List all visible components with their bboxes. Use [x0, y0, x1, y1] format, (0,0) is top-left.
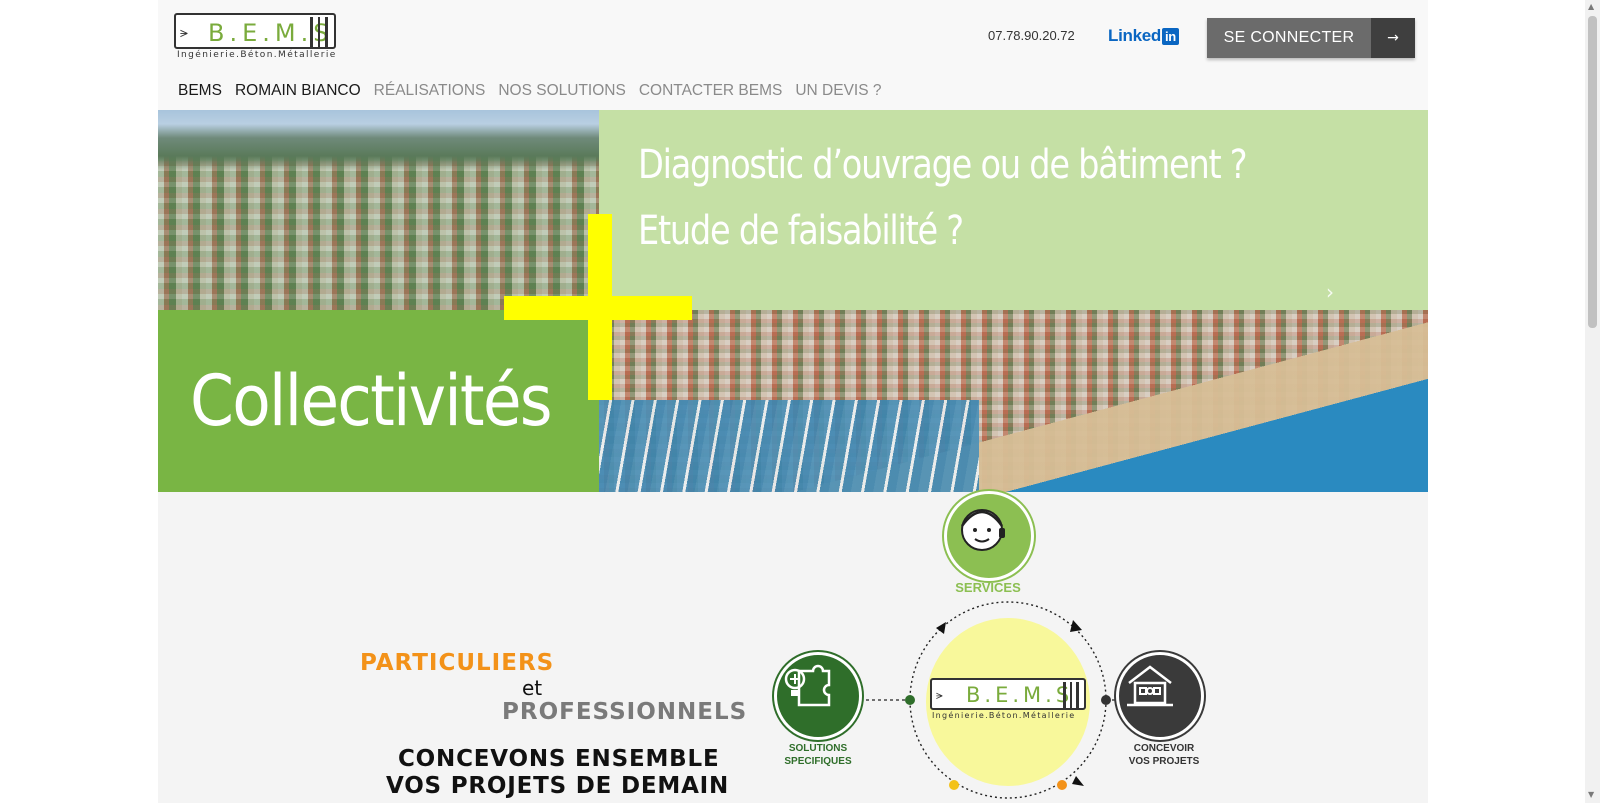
center-logo: ⪫ B.E.M.S Ingénierie.Béton.Métallerie — [930, 678, 1086, 724]
ibeam-icon — [310, 17, 328, 47]
nav-item-un-devis[interactable]: UN DEVIS ? — [795, 82, 881, 100]
scrollbar-thumb[interactable] — [1588, 16, 1597, 328]
chevron-right-icon[interactable]: › — [1326, 280, 1334, 304]
plus-cross-icon-bar — [504, 296, 692, 320]
services-diagram: SERVICES SOLUTIONS SPECIFIQUES CONCEVOIR… — [758, 490, 1238, 803]
tag-et: et — [522, 676, 543, 700]
nav-item-bems[interactable]: BEMS — [178, 82, 222, 100]
support-agent-icon — [960, 509, 1005, 551]
house-blueprint-icon — [1127, 665, 1173, 707]
nav-item-romain-bianco[interactable]: ROMAIN BIANCO — [235, 82, 361, 100]
page-scrollbar[interactable]: ▲ ▼ — [1585, 0, 1600, 803]
linkedin-link[interactable]: Linked in — [1108, 26, 1179, 46]
solutions-label-line2: SPECIFIQUES — [784, 756, 852, 767]
hero-city-photo — [158, 110, 599, 310]
linkedin-wordmark: Linked — [1108, 26, 1161, 45]
claim-line-2: VOS PROJETS DE DEMAIN — [386, 773, 730, 799]
linkedin-icon: in — [1162, 27, 1179, 45]
login-button[interactable]: SE CONNECTER → — [1207, 18, 1415, 58]
center-logo-chevron-icon: ⪫ — [936, 688, 943, 702]
solutions-label-line1: SOLUTIONS — [788, 743, 848, 754]
center-logo-text: B.E.M.S — [966, 683, 1074, 707]
tag-professionnels: PROFESSIONNELS — [502, 699, 748, 725]
center-logo-subtitle: Ingénierie.Béton.Métallerie — [932, 711, 1076, 720]
center-ibeam-icon — [1063, 682, 1079, 708]
projets-label: CONCEVOIR VOS PROJETS — [1114, 742, 1214, 768]
center-logo-frame: ⪫ B.E.M.S — [930, 678, 1086, 710]
logo-frame: ⪫ B.E.M.S — [174, 13, 336, 49]
page: ⪫ B.E.M.S Ingénierie.Béton.Métallerie 07… — [158, 0, 1428, 803]
projets-label-line1: CONCEVOIR — [1133, 743, 1195, 754]
logo-chevron-icon: ⪫ — [180, 25, 188, 41]
services-label: SERVICES — [955, 580, 1021, 595]
puzzle-bulb-icon — [784, 664, 831, 707]
nav-item-nos-solutions[interactable]: NOS SOLUTIONS — [498, 82, 625, 100]
arrow-right-icon: → — [1371, 18, 1415, 58]
scroll-up-icon[interactable]: ▲ — [1588, 2, 1594, 11]
main-nav: BEMS ROMAIN BIANCO RÉALISATIONS NOS SOLU… — [178, 82, 882, 100]
nav-item-realisations[interactable]: RÉALISATIONS — [374, 82, 486, 100]
site-logo[interactable]: ⪫ B.E.M.S Ingénierie.Béton.Métallerie — [174, 13, 336, 63]
projets-label-line2: VOS PROJETS — [1128, 756, 1200, 767]
scroll-down-icon[interactable]: ▼ — [1588, 790, 1594, 799]
projets-badge[interactable] — [1116, 652, 1204, 740]
site-header: ⪫ B.E.M.S Ingénierie.Béton.Métallerie 07… — [158, 0, 1428, 110]
hero-headline-1: Diagnostic d’ouvrage ou de bâtiment ? — [638, 142, 1248, 188]
claim-line-1: CONCEVONS ENSEMBLE — [398, 746, 720, 772]
hero-headline-2: Etude de faisabilité ? — [638, 208, 964, 254]
hero-marina — [599, 400, 979, 492]
login-button-label: SE CONNECTER — [1223, 29, 1355, 46]
nav-item-contacter-bems[interactable]: CONTACTER BEMS — [639, 82, 783, 100]
hero-slider[interactable]: Diagnostic d’ouvrage ou de bâtiment ? Et… — [158, 110, 1428, 492]
tag-particuliers: PARTICULIERS — [360, 650, 555, 676]
phone-number[interactable]: 07.78.90.20.72 — [988, 28, 1075, 43]
logo-subtitle: Ingénierie.Béton.Métallerie — [177, 50, 337, 60]
hero-title: Collectivités — [190, 360, 553, 442]
solutions-badge[interactable] — [774, 652, 862, 740]
services-badge[interactable] — [944, 491, 1034, 581]
solutions-label: SOLUTIONS SPECIFIQUES — [768, 742, 868, 768]
